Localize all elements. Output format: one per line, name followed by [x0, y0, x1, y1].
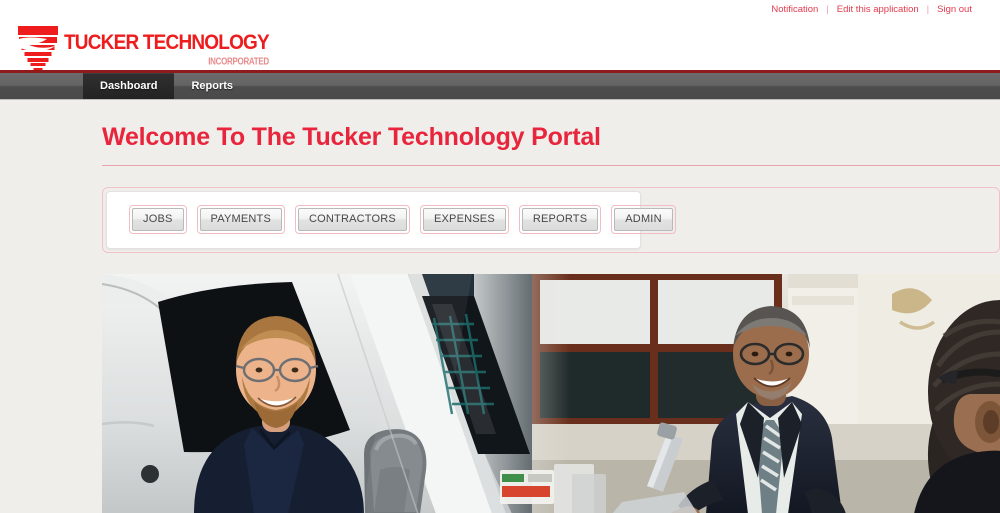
page-title: Welcome To The Tucker Technology Portal — [102, 123, 601, 151]
main-navigation-bar: Dashboard Reports — [0, 73, 1000, 100]
content-inner: Welcome To The Tucker Technology Portal … — [102, 100, 1000, 513]
jobs-button[interactable]: JOBS — [129, 205, 187, 234]
hero-banner-image — [102, 273, 1000, 513]
reports-button-label: REPORTS — [521, 208, 599, 231]
quick-actions-button-row: JOBS PAYMENTS CONTRACTORS EXPENSES REPOR… — [106, 190, 676, 249]
tab-dashboard[interactable]: Dashboard — [83, 73, 175, 99]
notification-link[interactable]: Notification — [763, 4, 826, 15]
contractors-button[interactable]: CONTRACTORS — [295, 205, 410, 234]
reports-button[interactable]: REPORTS — [518, 205, 602, 234]
tab-reports[interactable]: Reports — [174, 73, 250, 99]
hero-banner-illustration — [102, 273, 1000, 513]
sign-out-link[interactable]: Sign out — [929, 4, 980, 15]
edit-application-link[interactable]: Edit this application — [829, 4, 927, 15]
payments-button-label: PAYMENTS — [199, 208, 283, 231]
contractors-button-label: CONTRACTORS — [298, 208, 407, 231]
payments-button[interactable]: PAYMENTS — [196, 205, 286, 234]
swoosh-shape — [11, 37, 55, 52]
quick-actions-panel: JOBS PAYMENTS CONTRACTORS EXPENSES REPOR… — [102, 186, 1000, 253]
tornado-funnel-icon — [10, 24, 66, 70]
top-links-group: Notification | Edit this application | S… — [763, 4, 980, 15]
site-header: TUCKER TECHNOLOGY INCORPORATED — [0, 18, 1000, 73]
title-divider — [102, 164, 1000, 166]
site-logo[interactable]: TUCKER TECHNOLOGY INCORPORATED — [10, 24, 270, 72]
expenses-button[interactable]: EXPENSES — [419, 205, 509, 234]
logo-company-name: TUCKER TECHNOLOGY — [64, 30, 270, 55]
logo-incorporated-text: INCORPORATED — [208, 55, 269, 67]
expenses-button-label: EXPENSES — [422, 208, 506, 231]
admin-button[interactable]: ADMIN — [611, 205, 676, 234]
logo-text-block: TUCKER TECHNOLOGY INCORPORATED — [64, 24, 270, 67]
admin-button-label: ADMIN — [614, 208, 673, 231]
page-content: Welcome To The Tucker Technology Portal … — [0, 100, 1000, 513]
top-utility-bar: Notification | Edit this application | S… — [0, 0, 1000, 18]
jobs-button-label: JOBS — [132, 208, 184, 231]
